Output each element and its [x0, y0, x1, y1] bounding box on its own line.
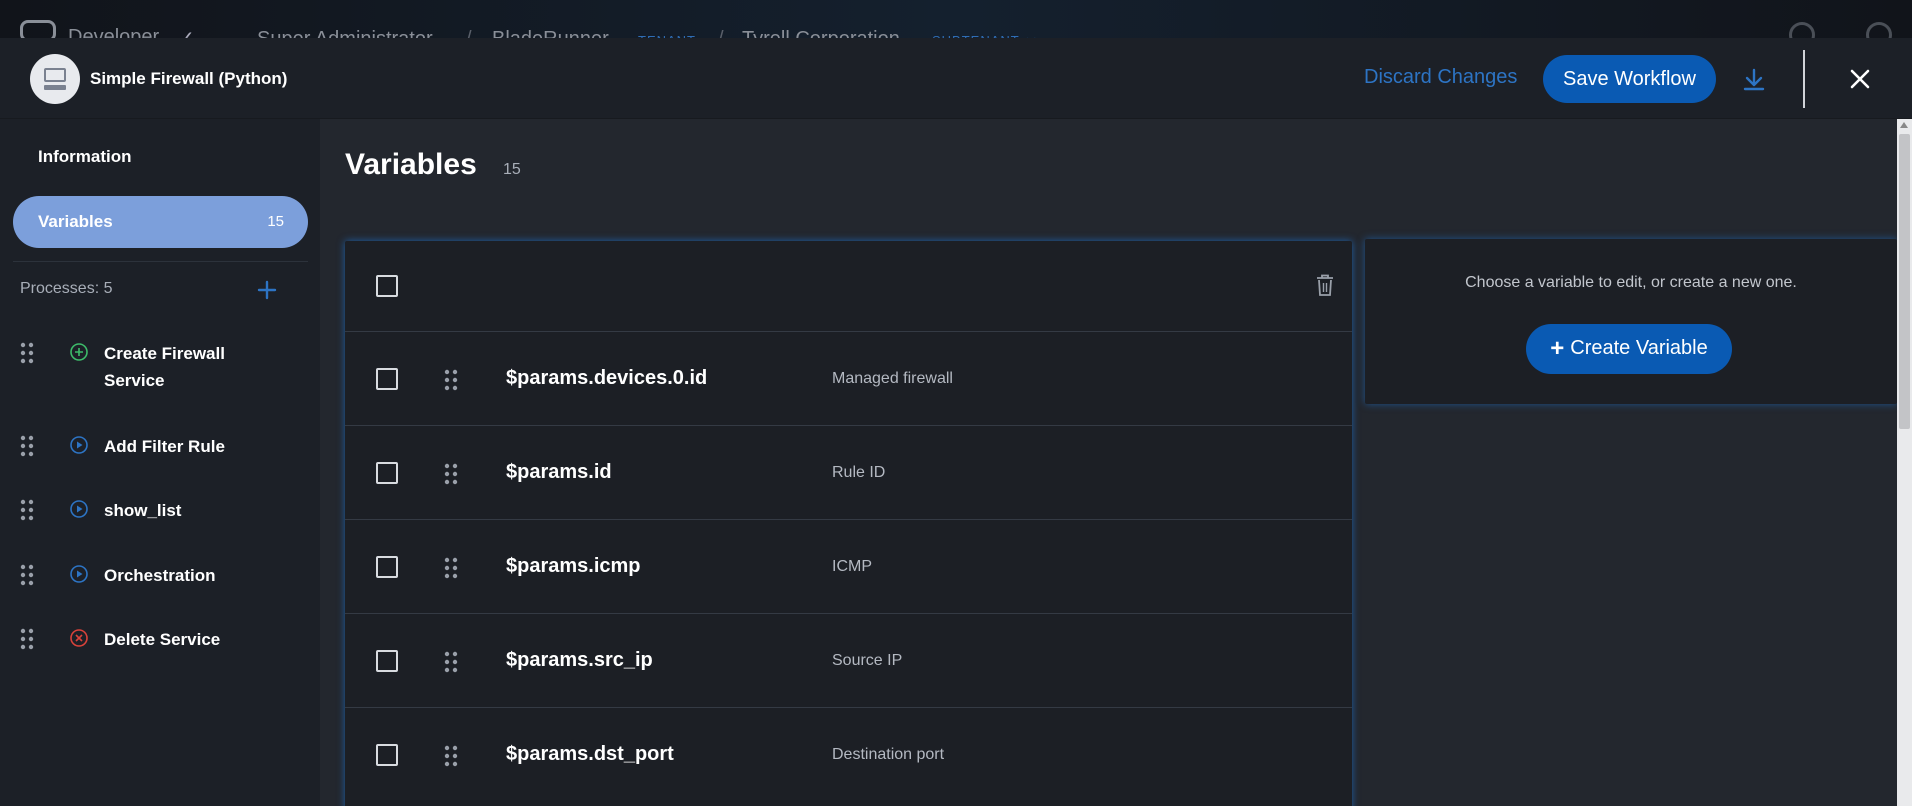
process-label: Create Firewall Service [104, 344, 225, 390]
create-process-icon [70, 343, 88, 361]
process-label: show_list [104, 501, 182, 520]
variable-description: Managed firewall [832, 370, 953, 387]
select-all-checkbox[interactable] [376, 275, 398, 297]
discard-changes-button[interactable]: Discard Changes [1364, 66, 1517, 89]
computer-icon [44, 68, 66, 82]
update-process-icon [70, 500, 88, 518]
page-title: Variables [345, 148, 477, 181]
variable-name: $params.icmp [506, 555, 641, 577]
variable-name: $params.devices.0.id [506, 367, 708, 389]
sidebar-item-label: Variables [38, 212, 113, 231]
update-process-icon [70, 436, 88, 454]
table-row[interactable]: $params.dst_port Destination port [345, 707, 1352, 801]
row-checkbox[interactable] [376, 650, 398, 672]
variable-description: ICMP [832, 558, 872, 575]
plus-icon: + [1550, 335, 1565, 362]
add-process-button[interactable] [256, 279, 278, 301]
variable-editor-panel: Choose a variable to edit, or create a n… [1365, 239, 1897, 404]
row-checkbox[interactable] [376, 556, 398, 578]
drag-handle-icon[interactable] [20, 499, 34, 521]
row-checkbox[interactable] [376, 462, 398, 484]
process-label: Add Filter Rule [104, 437, 225, 456]
sidebar-item-variables[interactable]: Variables 15 [13, 196, 308, 248]
row-checkbox[interactable] [376, 368, 398, 390]
processes-count: Processes: 5 [20, 280, 113, 297]
variables-count-badge: 15 [267, 213, 284, 230]
create-variable-label: Create Variable [1570, 337, 1708, 359]
drag-handle-icon[interactable] [20, 564, 34, 586]
drag-handle-icon[interactable] [20, 628, 34, 650]
scrollbar[interactable] [1897, 119, 1912, 806]
header-divider [1803, 50, 1805, 108]
drag-handle-icon[interactable] [444, 369, 458, 391]
save-workflow-button[interactable]: Save Workflow [1543, 55, 1716, 103]
variable-description: Source IP [832, 652, 903, 669]
process-label: Orchestration [104, 566, 216, 585]
drag-handle-icon[interactable] [20, 435, 34, 457]
workflow-sidebar: Information Variables 15 Processes: 5 Cr… [0, 119, 320, 806]
trash-icon[interactable] [1315, 273, 1335, 297]
sidebar-item-information[interactable]: Information [38, 147, 132, 167]
workflow-title: Simple Firewall (Python) [90, 69, 288, 88]
variable-name: $params.dst_port [506, 743, 674, 765]
workflow-header: Simple Firewall (Python) Discard Changes… [0, 38, 1912, 119]
close-icon[interactable] [1843, 62, 1877, 96]
variable-description: Destination port [832, 746, 945, 763]
create-variable-button[interactable]: + Create Variable [1526, 324, 1732, 374]
sidebar-divider [13, 261, 308, 262]
drag-handle-icon[interactable] [444, 745, 458, 767]
update-process-icon [70, 565, 88, 583]
drag-handle-icon[interactable] [444, 651, 458, 673]
workflow-avatar [30, 54, 80, 104]
table-row[interactable]: $params.icmp ICMP [345, 519, 1352, 613]
row-checkbox[interactable] [376, 744, 398, 766]
drag-handle-icon[interactable] [444, 557, 458, 579]
editor-empty-message: Choose a variable to edit, or create a n… [1465, 274, 1797, 291]
delete-process-icon [70, 629, 88, 647]
variable-name: $params.src_ip [506, 649, 653, 671]
download-icon[interactable] [1738, 64, 1770, 96]
scrollbar-thumb[interactable] [1899, 134, 1910, 429]
drag-handle-icon[interactable] [20, 342, 34, 364]
drag-handle-icon[interactable] [444, 463, 458, 485]
background-app-bar: Developer ✓ Super Administrator / BladeR… [0, 0, 1912, 50]
variable-name: $params.id [506, 461, 612, 483]
table-row[interactable]: $params.src_ip Source IP [345, 613, 1352, 707]
scroll-up-icon[interactable] [1900, 122, 1908, 128]
variables-table: $params.devices.0.id Managed firewall $p… [345, 241, 1352, 806]
variables-count: 15 [503, 161, 521, 178]
table-row[interactable]: $params.id Rule ID [345, 425, 1352, 519]
table-header-row [345, 241, 1352, 331]
process-label: Delete Service [104, 630, 221, 649]
table-row[interactable]: $params.devices.0.id Managed firewall [345, 331, 1352, 425]
workflow-editor-page: Developer ✓ Super Administrator / BladeR… [0, 0, 1912, 806]
variable-description: Rule ID [832, 464, 886, 481]
variables-main: Variables 15 $params.devices.0.id Manage… [320, 119, 1912, 806]
